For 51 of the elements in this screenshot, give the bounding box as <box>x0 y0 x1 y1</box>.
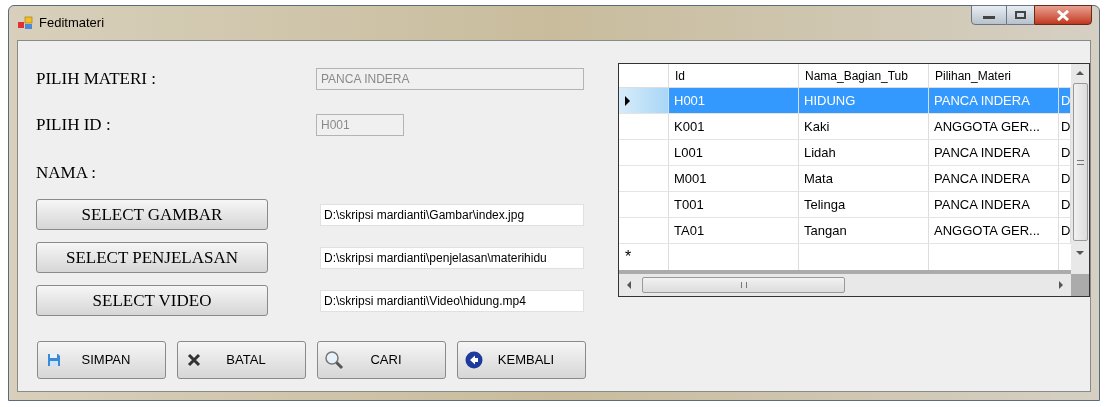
table-cell: Kaki <box>799 114 929 139</box>
table-cell: ANGGOTA GER... <box>929 114 1059 139</box>
table-cell: PANCA INDERA <box>929 192 1059 217</box>
scroll-up-icon[interactable] <box>1076 71 1084 75</box>
close-button[interactable] <box>1034 5 1092 25</box>
action-button[interactable]: BATAL <box>177 341 306 379</box>
path-field[interactable]: D:\skripsi mardianti\Video\hidung.mp4 <box>320 289 584 312</box>
maximize-button[interactable] <box>1007 5 1034 25</box>
close-icon <box>1056 9 1070 21</box>
table-cell: Tangan <box>799 218 929 243</box>
table-cell: PANCA INDERA <box>929 88 1059 113</box>
field-label: PILIH MATERI : <box>36 68 157 91</box>
table-cell: K001 <box>669 114 799 139</box>
vertical-scrollbar[interactable] <box>1071 64 1089 274</box>
action-button[interactable]: SIMPAN <box>37 341 166 379</box>
scroll-right-icon[interactable] <box>1059 281 1063 289</box>
table-cell: TA01 <box>669 218 799 243</box>
horizontal-scrollbar[interactable] <box>619 274 1071 296</box>
table-cell: Mata <box>799 166 929 191</box>
table-cell: L001 <box>669 140 799 165</box>
scroll-down-icon[interactable] <box>1076 251 1084 255</box>
table-cell: PANCA INDERA <box>929 140 1059 165</box>
row-header[interactable] <box>619 88 669 113</box>
column-header[interactable]: Nama_Bagian_Tub <box>799 64 929 87</box>
action-button[interactable]: KEMBALI <box>457 341 586 379</box>
table-cell: ANGGOTA GER... <box>929 218 1059 243</box>
table-cell: H001 <box>669 88 799 113</box>
select-button[interactable]: SELECT GAMBAR <box>36 199 268 230</box>
app-icon <box>18 16 34 30</box>
select-button[interactable]: SELECT VIDEO <box>36 285 268 316</box>
minimize-button[interactable] <box>971 5 1007 25</box>
table-cell: Lidah <box>799 140 929 165</box>
search-icon <box>324 350 344 370</box>
scroll-thumb[interactable] <box>642 277 845 293</box>
table-cell: Telinga <box>799 192 929 217</box>
select-button[interactable]: SELECT PENJELASAN <box>36 242 268 273</box>
action-button[interactable]: CARI <box>317 341 446 379</box>
path-field[interactable]: D:\skripsi mardianti\penjelasan\materihidu <box>320 246 584 269</box>
table-cell: HIDUNG <box>799 88 929 113</box>
window-title: Feditmateri <box>39 14 105 33</box>
scroll-left-icon[interactable] <box>627 281 631 289</box>
field-label: NAMA : <box>36 162 97 185</box>
current-row-icon <box>625 95 630 106</box>
close-icon <box>187 353 201 367</box>
field-label: PILIH ID : <box>36 114 112 137</box>
table-cell: T001 <box>669 192 799 217</box>
scroll-thumb[interactable] <box>1072 83 1088 241</box>
path-field[interactable]: D:\skripsi mardianti\Gambar\index.jpg <box>320 203 584 226</box>
table-cell: PANCA INDERA <box>929 166 1059 191</box>
table-cell: M001 <box>669 166 799 191</box>
column-header[interactable]: Id <box>669 64 799 87</box>
